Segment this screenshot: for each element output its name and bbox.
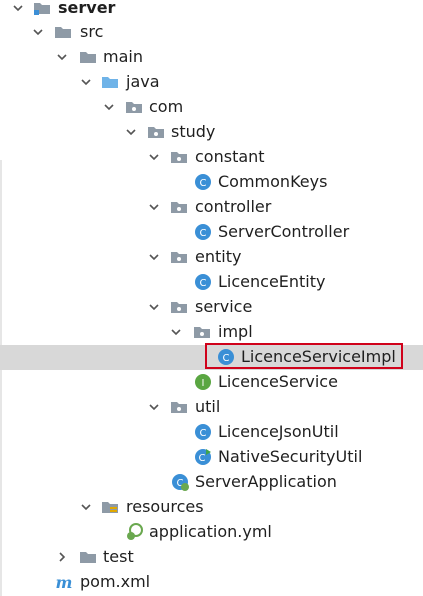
tree-item-main[interactable]: main — [0, 45, 423, 70]
tree-item-test[interactable]: test — [0, 545, 423, 570]
tree-item-label: controller — [195, 197, 272, 216]
runnable-class-icon: C — [195, 449, 211, 465]
resources-folder-icon — [102, 502, 118, 513]
tree-item-serverapplication[interactable]: C ServerApplication — [0, 470, 423, 495]
chevron-down-icon[interactable] — [56, 51, 68, 63]
package-icon — [194, 327, 210, 338]
class-icon: C — [195, 224, 211, 240]
folder-icon — [34, 3, 50, 15]
tree-item-label: impl — [218, 322, 253, 341]
class-icon: C — [195, 424, 211, 440]
chevron-down-icon[interactable] — [125, 126, 137, 138]
package-icon — [171, 402, 187, 413]
tree-item-label: ServerApplication — [195, 472, 337, 491]
package-icon — [171, 252, 187, 263]
chevron-down-icon[interactable] — [148, 201, 160, 213]
tree-item-label: service — [195, 297, 253, 316]
tree-item-impl[interactable]: impl — [0, 320, 423, 345]
folder-icon — [55, 27, 71, 38]
tree-item-label: study — [171, 122, 216, 141]
svg-text:C: C — [223, 353, 230, 364]
class-icon: C — [195, 174, 211, 190]
tree-item-label: LicenceJsonUtil — [218, 422, 339, 441]
chevron-right-icon[interactable] — [56, 551, 68, 563]
tree-item-label: ServerController — [218, 222, 350, 241]
svg-text:C: C — [199, 453, 206, 464]
chevron-down-icon[interactable] — [80, 76, 92, 88]
tree-item-licencejsonutil[interactable]: C LicenceJsonUtil — [0, 420, 423, 445]
tree-item-src[interactable]: src — [0, 20, 423, 45]
tree-item-java[interactable]: java — [0, 70, 423, 95]
source-folder-icon — [102, 77, 118, 88]
tree-item-util[interactable]: util — [0, 395, 423, 420]
tree-item-servercontroller[interactable]: C ServerController — [0, 220, 423, 245]
tree-item-label: application.yml — [149, 522, 272, 541]
tree-item-label: LicenceService — [218, 372, 338, 391]
chevron-down-icon[interactable] — [32, 26, 44, 38]
chevron-down-icon[interactable] — [80, 501, 92, 513]
svg-text:C: C — [200, 428, 207, 439]
svg-text:C: C — [200, 178, 207, 189]
chevron-down-icon[interactable] — [148, 301, 160, 313]
tree-item-licenceservice[interactable]: I LicenceService — [0, 370, 423, 395]
tree-item-label: CommonKeys — [218, 172, 328, 191]
package-icon — [171, 302, 187, 313]
spring-boot-class-icon: C — [172, 474, 189, 491]
svg-text:m: m — [56, 573, 73, 591]
tree-item-nativesecurityutil[interactable]: C NativeSecurityUtil — [0, 445, 423, 470]
package-icon — [171, 152, 187, 163]
tree-item-service[interactable]: service — [0, 295, 423, 320]
maven-file-icon: m — [56, 573, 73, 591]
tree-item-label: pom.xml — [80, 572, 151, 591]
svg-text:C: C — [200, 228, 207, 239]
tree-item-label: NativeSecurityUtil — [218, 447, 363, 466]
tree-item-resources[interactable]: resources — [0, 495, 423, 520]
chevron-down-icon[interactable] — [103, 101, 115, 113]
tree-item-application-yml[interactable]: application.yml — [0, 520, 423, 545]
chevron-down-icon[interactable] — [148, 401, 160, 413]
chevron-down-icon[interactable] — [12, 2, 24, 14]
tree-item-label: java — [126, 72, 160, 91]
tree-item-label: entity — [195, 247, 242, 266]
tree-item-label: main — [103, 47, 143, 66]
class-icon: C — [195, 274, 211, 290]
tree-item-label: constant — [195, 147, 265, 166]
tree-item-label: test — [103, 547, 134, 566]
chevron-down-icon[interactable] — [148, 151, 160, 163]
package-icon — [126, 102, 142, 113]
tree-item-label: LicenceServiceImpl — [241, 347, 396, 366]
tree-item-label: resources — [126, 497, 204, 516]
interface-icon: I — [195, 374, 211, 390]
project-tree: server src main java com study constant … — [0, 0, 423, 596]
tree-item-controller[interactable]: controller — [0, 195, 423, 220]
folder-icon — [80, 52, 96, 63]
svg-text:C: C — [200, 278, 207, 289]
tree-item-commonkeys[interactable]: C CommonKeys — [0, 170, 423, 195]
chevron-down-icon[interactable] — [170, 326, 182, 338]
tree-item-com[interactable]: com — [0, 95, 423, 120]
package-icon — [171, 202, 187, 213]
tree-item-label: util — [195, 397, 221, 416]
tree-item-licenceserviceimpl[interactable]: C LicenceServiceImpl — [0, 345, 423, 370]
tree-item-label: src — [80, 22, 104, 41]
tree-item-label: server — [58, 0, 116, 17]
svg-text:I: I — [202, 378, 205, 389]
tree-item-study[interactable]: study — [0, 120, 423, 145]
chevron-down-icon[interactable] — [148, 251, 160, 263]
tree-item-entity[interactable]: entity — [0, 245, 423, 270]
class-icon: C — [218, 349, 234, 365]
tree-item-pom-xml[interactable]: m pom.xml — [0, 570, 423, 595]
tree-item-server[interactable]: server — [0, 0, 423, 21]
yml-file-icon — [127, 523, 143, 540]
tree-item-licenceentity[interactable]: C LicenceEntity — [0, 270, 423, 295]
tree-item-label: com — [149, 97, 184, 116]
folder-icon — [80, 552, 96, 563]
tree-item-constant[interactable]: constant — [0, 145, 423, 170]
tree-item-label: LicenceEntity — [218, 272, 326, 291]
package-icon — [148, 127, 164, 138]
